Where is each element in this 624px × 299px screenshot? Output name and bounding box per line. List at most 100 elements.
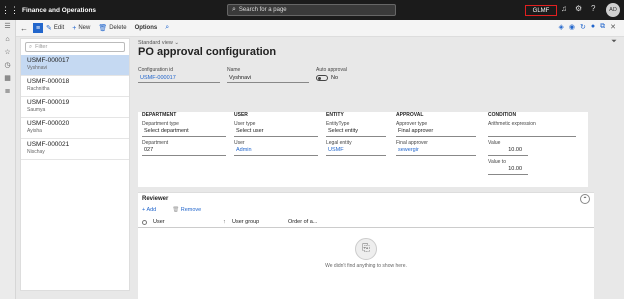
badge-icon[interactable]: ● bbox=[591, 23, 595, 31]
search-placeholder: Search for a page bbox=[238, 7, 287, 13]
final-approver-input[interactable]: sewergir bbox=[396, 147, 476, 156]
clock-icon[interactable]: ◷ bbox=[0, 59, 15, 72]
list-item-name: Rachnitha bbox=[27, 86, 50, 92]
new-button[interactable]: + New bbox=[72, 25, 90, 32]
department-header: DEPARTMENT bbox=[142, 112, 177, 118]
add-label: Add bbox=[146, 207, 157, 213]
column-user-group[interactable]: User group bbox=[232, 219, 288, 225]
entity-section: ENTITY EntityType Select entity Legal en… bbox=[326, 112, 386, 159]
department-input[interactable]: 027 bbox=[142, 147, 226, 156]
edit-button[interactable]: ✎ Edit bbox=[46, 24, 64, 32]
empty-box-icon: ⎘ bbox=[355, 238, 377, 260]
empty-state: ⎘ We didn't find anything to show here. bbox=[138, 238, 594, 269]
office-icon[interactable]: ◉ bbox=[569, 23, 575, 31]
entity-type-select[interactable]: Select entity bbox=[326, 128, 386, 137]
search-input[interactable]: ⌕ Search for a page bbox=[227, 4, 396, 16]
list-item-name: Vyshnavi bbox=[27, 65, 48, 71]
filter-input[interactable]: ⌕ Filter bbox=[25, 42, 125, 52]
list-item-name: Nischay bbox=[27, 149, 45, 155]
left-navigation: ☰ ⌂ ☆ ◷ ▦ ≣ bbox=[0, 20, 16, 299]
attach-icon[interactable]: ◈ bbox=[559, 23, 564, 31]
department-type-select[interactable]: Select department bbox=[142, 128, 226, 137]
configuration-id-label: Configuration id bbox=[138, 67, 174, 73]
list-item-id: USMF-000021 bbox=[27, 141, 70, 148]
list-item[interactable]: USMF-000019 Saumya bbox=[21, 97, 129, 118]
options-tab[interactable]: Options bbox=[135, 25, 158, 31]
user-type-select[interactable]: Select user bbox=[234, 128, 318, 137]
final-approver-label: Final approver bbox=[396, 140, 428, 146]
configuration-sections: DEPARTMENT Department type Select depart… bbox=[138, 112, 588, 187]
reviewer-toolbar: + Add 🗑 Remove bbox=[138, 205, 594, 215]
value-to-label: Value to bbox=[488, 159, 506, 165]
hamburger-icon[interactable]: ☰ bbox=[0, 20, 15, 33]
auto-approval-label: Auto approval bbox=[316, 67, 347, 73]
user-section: USER User type Select user User Admin bbox=[234, 112, 318, 159]
auto-approval-toggle[interactable] bbox=[316, 75, 328, 81]
name-input[interactable]: Vyshnavi bbox=[227, 75, 309, 83]
star-icon[interactable]: ☆ bbox=[0, 46, 15, 59]
list-item-id: USMF-000017 bbox=[27, 57, 70, 64]
column-user[interactable]: User bbox=[153, 219, 223, 225]
trash-icon: 🗑 bbox=[98, 25, 108, 32]
pencil-icon: ✎ bbox=[46, 25, 52, 32]
delete-label: Delete bbox=[109, 25, 127, 31]
help-icon[interactable]: ? bbox=[591, 4, 595, 13]
filter-pane-icon[interactable]: ⏷ bbox=[606, 38, 622, 46]
record-list: ⌕ Filter USMF-000017 Vyshnavi USMF-00001… bbox=[20, 38, 130, 291]
app-launcher-icon[interactable]: ⋮⋮ bbox=[0, 0, 20, 20]
avatar[interactable]: AD bbox=[606, 3, 620, 17]
name-label: Name bbox=[227, 67, 241, 73]
search-actions-icon[interactable]: ⌕ bbox=[165, 24, 171, 32]
auto-approval-field: Auto approval No bbox=[316, 67, 376, 81]
workspace-icon[interactable]: ▦ bbox=[0, 72, 15, 85]
list-item[interactable]: USMF-000021 Nischay bbox=[21, 139, 129, 160]
approver-type-label: Approver type bbox=[396, 121, 428, 127]
list-item[interactable]: USMF-000020 Ayisha bbox=[21, 118, 129, 139]
list-item-name: Saumya bbox=[27, 107, 46, 113]
reviewer-fasttab: Reviewer ⌃ + Add 🗑 Remove User ↑ User gr… bbox=[138, 192, 594, 299]
remove-reviewer-button[interactable]: 🗑 Remove bbox=[172, 207, 209, 213]
entity-type-label: EntityType bbox=[326, 121, 350, 127]
arithmetic-expression-input[interactable] bbox=[488, 128, 576, 137]
header-fields: Configuration id USMF-000017 Name Vyshna… bbox=[138, 67, 438, 87]
name-field: Name Vyshnavi bbox=[227, 67, 309, 83]
legal-entity-input[interactable]: USMF bbox=[326, 147, 386, 156]
column-order[interactable]: Order of a... bbox=[288, 219, 317, 225]
chevron-up-icon[interactable]: ⌃ bbox=[580, 194, 590, 204]
company-picker[interactable]: GLMF bbox=[525, 5, 557, 16]
list-item[interactable]: USMF-000017 Vyshnavi bbox=[21, 55, 129, 76]
department-label: Department bbox=[142, 140, 169, 146]
home-icon[interactable]: ⌂ bbox=[0, 33, 15, 46]
gear-icon[interactable]: ⚙ bbox=[575, 4, 582, 13]
delete-button[interactable]: 🗑 Delete bbox=[98, 24, 126, 32]
select-all-checkbox[interactable] bbox=[142, 219, 147, 225]
list-item-id: USMF-000018 bbox=[27, 78, 70, 85]
approver-type-select[interactable]: Final approver bbox=[396, 128, 476, 137]
new-label: New bbox=[78, 25, 91, 31]
department-type-label: Department type bbox=[142, 121, 179, 127]
top-bar: ⋮⋮ Finance and Operations ⌕ Search for a… bbox=[0, 0, 624, 20]
department-section: DEPARTMENT Department type Select depart… bbox=[142, 112, 226, 159]
action-pane-right: ◈ ◉ ↻ ● ⧉ ✕ bbox=[554, 23, 616, 31]
list-item-id: USMF-000019 bbox=[27, 99, 70, 106]
popout-icon[interactable]: ⧉ bbox=[600, 23, 605, 31]
configuration-id-value[interactable]: USMF-000017 bbox=[138, 75, 220, 83]
user-input[interactable]: Admin bbox=[234, 147, 318, 156]
refresh-icon[interactable]: ↻ bbox=[580, 23, 586, 31]
bell-icon[interactable]: ♫ bbox=[561, 4, 567, 13]
close-icon[interactable]: ✕ bbox=[610, 23, 616, 31]
value-input[interactable]: 10.00 bbox=[488, 147, 528, 156]
reviewer-header[interactable]: Reviewer ⌃ bbox=[138, 193, 594, 205]
remove-label: Remove bbox=[180, 207, 202, 213]
list-item[interactable]: USMF-000018 Rachnitha bbox=[21, 76, 129, 97]
value-to-input[interactable]: 10.00 bbox=[488, 166, 528, 175]
reviewer-grid-header: User ↑ User group Order of a... bbox=[138, 217, 594, 228]
auto-approval-value: No bbox=[331, 75, 339, 81]
legal-entity-label: Legal entity bbox=[326, 140, 352, 146]
modules-icon[interactable]: ≣ bbox=[0, 85, 15, 98]
list-toggle-icon[interactable]: ≡ bbox=[33, 23, 43, 33]
back-arrow-icon[interactable]: ← bbox=[18, 24, 30, 33]
add-reviewer-button[interactable]: + Add bbox=[142, 207, 164, 213]
search-icon: ⌕ bbox=[232, 6, 236, 13]
arithmetic-expression-label: Arithmetic expression bbox=[488, 121, 536, 127]
